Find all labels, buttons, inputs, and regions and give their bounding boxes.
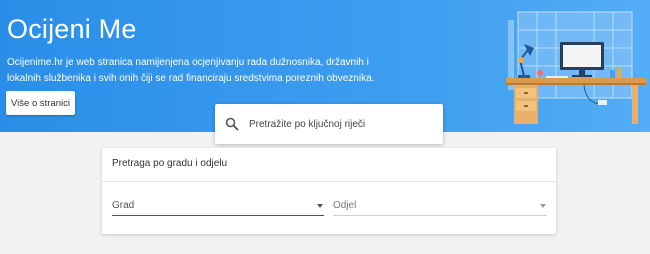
caret-down-icon — [540, 204, 546, 208]
city-select[interactable]: Grad — [112, 196, 324, 216]
keyword-search-box[interactable] — [215, 104, 443, 144]
divider — [102, 181, 556, 182]
about-page-button[interactable]: Više o stranici — [6, 91, 75, 115]
filter-card-title: Pretraga po gradu i odjelu — [112, 158, 228, 169]
page-title: Ocijeni Me — [7, 14, 137, 44]
caret-down-icon — [317, 204, 323, 208]
city-department-filter-card: Pretraga po gradu i odjelu Grad Odjel — [102, 148, 556, 234]
hero-description: Ocijenime.hr je web stranica namijenjena… — [7, 57, 375, 84]
department-select[interactable]: Odjel — [333, 196, 547, 216]
search-icon — [225, 117, 239, 131]
office-desk-illustration — [506, 11, 646, 124]
search-input[interactable] — [249, 115, 434, 133]
department-select-label: Odjel — [333, 200, 357, 211]
city-select-label: Grad — [112, 200, 135, 211]
